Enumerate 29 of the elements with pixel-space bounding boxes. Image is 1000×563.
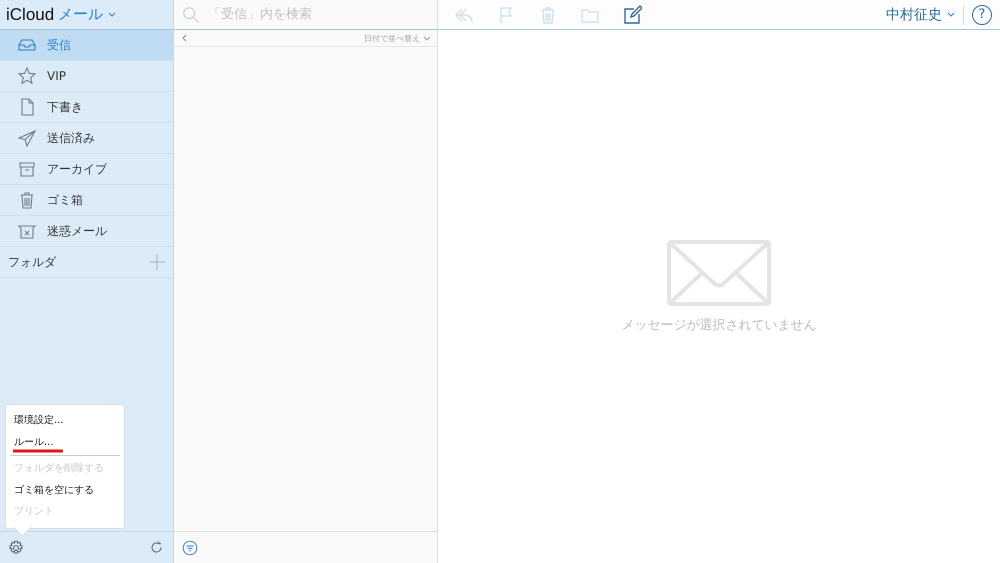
mailbox-item[interactable]: 迷惑メール [0, 216, 173, 247]
chevron-icon [423, 36, 431, 40]
search-icon [182, 6, 200, 24]
add-icon[interactable] [149, 254, 165, 270]
empty-message: メッセージが選択されていません [622, 316, 816, 334]
mailbox-item[interactable]: 送信済み [0, 123, 173, 154]
account-menu[interactable]: 中村征史 [886, 6, 955, 24]
search-field[interactable]: 「受信」内を検索 [206, 6, 430, 23]
menu-item[interactable]: 環境設定... [14, 413, 64, 428]
refresh-icon[interactable] [149, 540, 164, 555]
vip-icon [17, 66, 37, 86]
menu-item[interactable]: ゴミ箱を空にする [14, 482, 94, 497]
chevron-icon [108, 12, 116, 17]
mailbox-item[interactable]: ゴミ箱 [0, 185, 173, 216]
settings-icon[interactable] [8, 540, 24, 556]
mailbox-item[interactable]: アーカイブ [0, 154, 173, 185]
folders-heading: フォルダ [8, 254, 56, 270]
help-button[interactable]: ? [972, 4, 992, 24]
sent-icon [17, 128, 37, 148]
envelope-icon [667, 240, 771, 306]
app-switcher[interactable]: メール [58, 5, 116, 24]
mailbox-item[interactable]: 下書き [0, 92, 173, 123]
menu-item[interactable]: ルール... [14, 434, 54, 449]
filter-icon[interactable] [182, 540, 198, 556]
compose-icon[interactable] [622, 4, 642, 24]
collapse-icon[interactable] [181, 34, 187, 42]
mailbox-item[interactable]: VIP [0, 61, 173, 92]
chevron-icon [947, 12, 955, 17]
app-title: iCloud [6, 4, 54, 24]
